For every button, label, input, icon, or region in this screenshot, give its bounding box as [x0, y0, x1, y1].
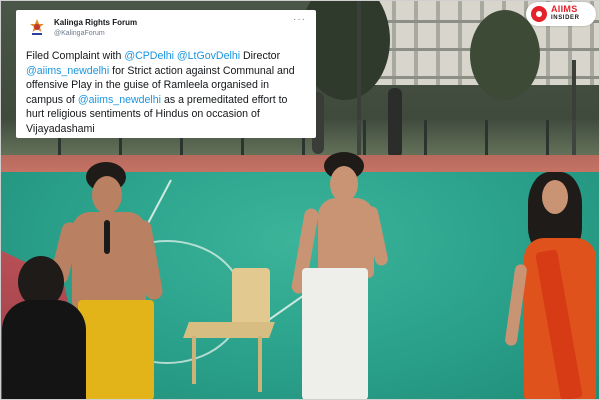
account-handle[interactable]: @KalingaForum — [54, 28, 293, 39]
mention-link[interactable]: @aiims_newdelhi — [78, 94, 161, 106]
mention-link[interactable]: @CPDelhi — [124, 50, 174, 62]
tweet-text-segment: Filed Complaint with — [26, 50, 125, 62]
tweet-text: Filed Complaint with @CPDelhi @LtGovDelh… — [26, 49, 306, 137]
tweet-text-segment: Director — [240, 50, 281, 62]
chair-leg — [258, 336, 262, 392]
ellipsis-icon[interactable]: ··· — [293, 14, 306, 25]
background-person — [388, 88, 402, 158]
chair-leg — [192, 336, 196, 384]
account-name[interactable]: Kalinga Rights Forum — [54, 17, 293, 28]
account-names: Kalinga Rights Forum @KalingaForum — [54, 17, 293, 39]
tweet-card[interactable]: Kalinga Rights Forum @KalingaForum ··· F… — [16, 10, 316, 138]
brand-mark-icon — [531, 6, 547, 22]
tree — [470, 10, 540, 100]
tweet-header: Kalinga Rights Forum @KalingaForum ··· — [26, 14, 306, 39]
forum-logo-icon[interactable] — [26, 17, 48, 39]
mention-link[interactable]: @LtGovDelhi — [177, 50, 240, 62]
logo-line-2: INSIDER — [551, 15, 580, 21]
aiims-insider-logo: AIIMS INSIDER — [526, 2, 596, 26]
logo-line-1: AIIMS — [551, 4, 578, 14]
chair — [232, 268, 270, 326]
mention-link[interactable]: @aiims_newdelhi — [26, 65, 109, 77]
